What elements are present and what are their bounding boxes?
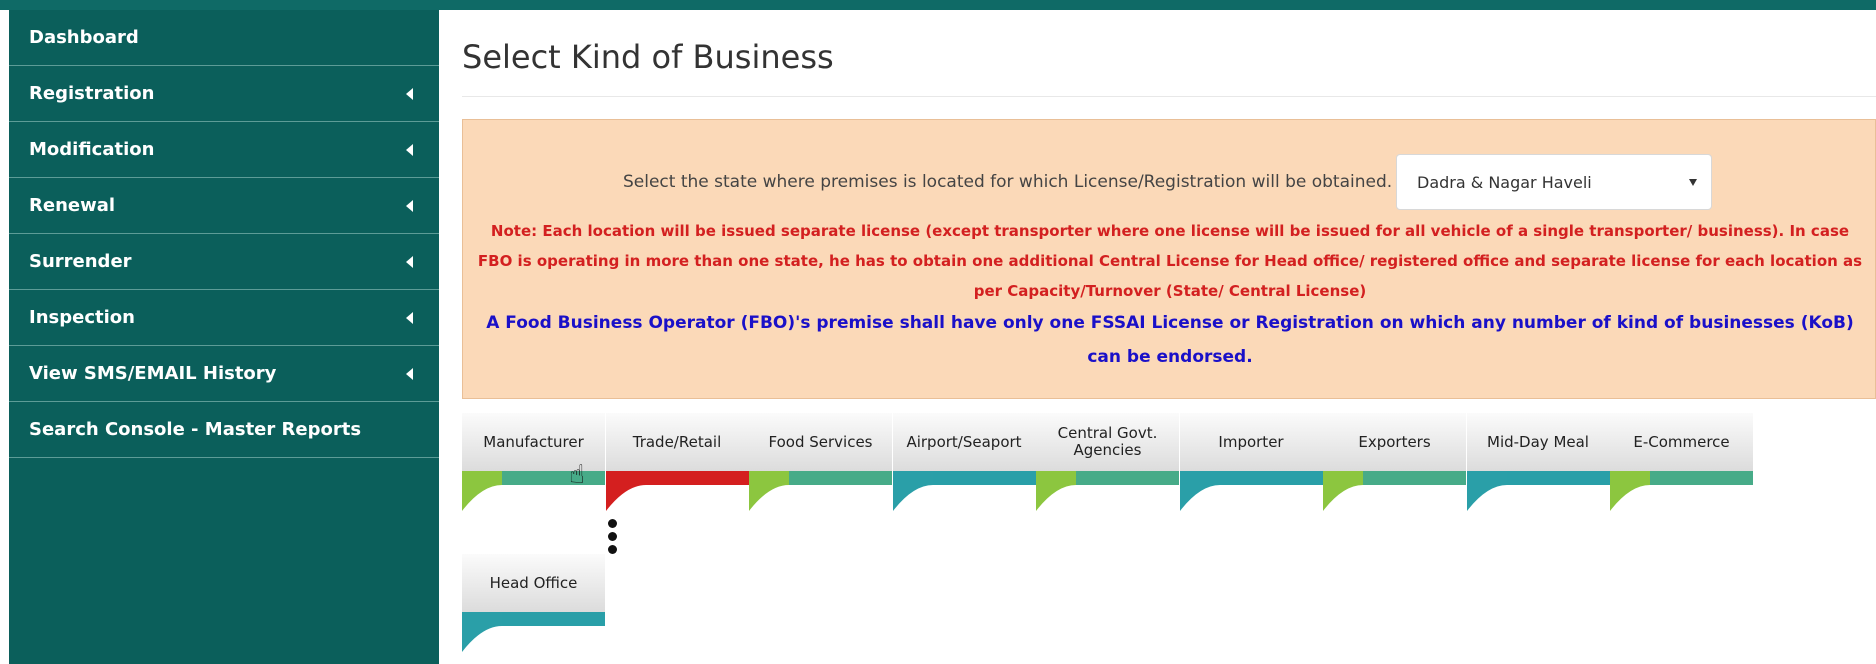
sidebar-item-label: Renewal [29, 195, 116, 216]
sidebar: Dashboard Registration Modification Rene… [9, 10, 439, 664]
caret-left-icon [406, 367, 413, 380]
tab-label: Importer [1179, 413, 1323, 471]
tab-ribbon [1610, 471, 1753, 511]
license-note: Note: Each location will be issued separ… [477, 222, 1863, 300]
caret-left-icon [406, 311, 413, 324]
tab-head-office[interactable]: Head Office [462, 554, 605, 654]
tab-mid-day-meal[interactable]: Mid-Day Meal [1466, 413, 1610, 513]
caret-left-icon [406, 255, 413, 268]
caret-left-icon [406, 87, 413, 100]
top-bar [0, 0, 1876, 10]
state-select[interactable]: Dadra & Nagar Haveli [1396, 154, 1712, 210]
tab-ribbon [605, 471, 749, 511]
tab-ribbon [1179, 471, 1323, 511]
page-title: Select Kind of Business [462, 38, 834, 76]
sidebar-item-renewal[interactable]: Renewal [9, 178, 439, 234]
tab-importer[interactable]: Importer [1179, 413, 1323, 513]
tab-label: Food Services [749, 413, 892, 471]
sidebar-item-label: Registration [29, 83, 155, 104]
fbo-notice: A Food Business Operator (FBO)'s premise… [486, 313, 1854, 367]
sidebar-item-search-console[interactable]: Search Console - Master Reports [9, 402, 439, 458]
tab-ribbon [892, 471, 1036, 511]
state-select-value: Dadra & Nagar Haveli [1417, 172, 1592, 192]
caret-left-icon [406, 143, 413, 156]
tab-ribbon [462, 612, 605, 652]
sidebar-item-label: Dashboard [29, 27, 139, 48]
main-content: Select Kind of Business Select the state… [462, 10, 1876, 664]
tab-ribbon [749, 471, 892, 511]
tab-label: E-Commerce [1610, 413, 1753, 471]
title-divider [462, 96, 1876, 97]
kind-of-business-tabs: Manufacturer Trade/Retail Food Services Air… [462, 413, 1876, 663]
tab-ribbon [1036, 471, 1179, 511]
sidebar-item-modification[interactable]: Modification [9, 122, 439, 178]
dropdown-arrow-icon [1689, 179, 1697, 186]
sidebar-item-label: Search Console - Master Reports [29, 419, 362, 440]
sidebar-item-registration[interactable]: Registration [9, 66, 439, 122]
tab-label: Central Govt. Agencies [1036, 413, 1179, 471]
sidebar-item-surrender[interactable]: Surrender [9, 234, 439, 290]
sidebar-item-sms-email-history[interactable]: View SMS/EMAIL History [9, 346, 439, 402]
state-row: Select the state where premises is locat… [463, 154, 1876, 210]
sidebar-item-dashboard[interactable]: Dashboard [9, 10, 439, 66]
tab-ribbon [1466, 471, 1610, 511]
tab-e-commerce[interactable]: E-Commerce [1610, 413, 1753, 513]
more-dots-icon [608, 519, 618, 555]
state-notice-panel: Select the state where premises is locat… [462, 119, 1876, 399]
tab-airport-seaport[interactable]: Airport/Seaport [892, 413, 1036, 513]
caret-left-icon [406, 199, 413, 212]
tab-trade-retail[interactable]: Trade/Retail [605, 413, 749, 513]
tab-exporters[interactable]: Exporters [1323, 413, 1466, 513]
sidebar-item-label: Modification [29, 139, 155, 160]
tab-label: Head Office [462, 554, 605, 612]
tab-central-govt-agencies[interactable]: Central Govt. Agencies [1036, 413, 1179, 513]
sidebar-item-inspection[interactable]: Inspection [9, 290, 439, 346]
tab-food-services[interactable]: Food Services [749, 413, 892, 513]
tab-label: Mid-Day Meal [1466, 413, 1610, 471]
tab-label: Airport/Seaport [892, 413, 1036, 471]
tab-label: Trade/Retail [605, 413, 749, 471]
sidebar-item-label: View SMS/EMAIL History [29, 363, 277, 384]
tab-label: Exporters [1323, 413, 1466, 471]
tab-ribbon [1323, 471, 1466, 511]
state-prompt: Select the state where premises is locat… [623, 172, 1393, 192]
sidebar-item-label: Surrender [29, 251, 132, 272]
hand-cursor-icon: ☝ [569, 460, 585, 490]
sidebar-item-label: Inspection [29, 307, 135, 328]
